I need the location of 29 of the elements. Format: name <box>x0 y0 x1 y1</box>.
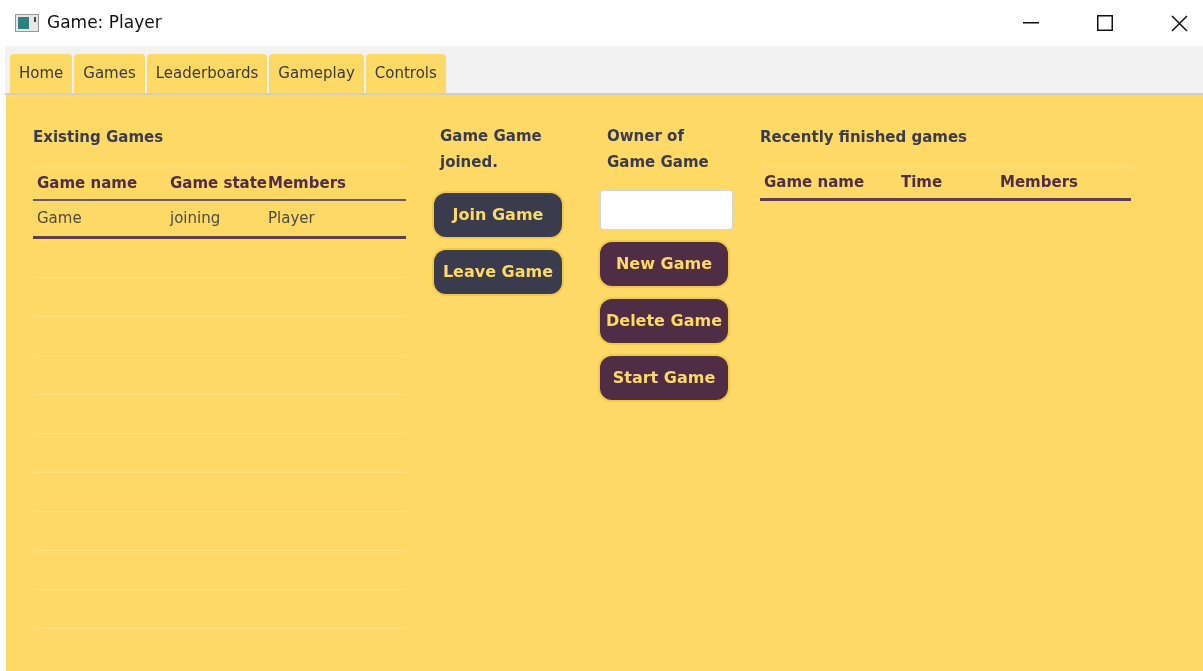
column-header: Time <box>901 172 944 194</box>
app-icon <box>15 14 39 32</box>
minimize-icon[interactable] <box>1023 22 1039 24</box>
action-button[interactable]: Start Game <box>600 356 728 400</box>
column-header: Members <box>1000 172 1078 194</box>
tab[interactable]: Games <box>74 54 145 93</box>
tab[interactable]: Controls <box>365 54 446 93</box>
window-title: Game: Player <box>47 11 162 35</box>
tab[interactable]: Home <box>10 54 73 93</box>
section-title: Existing Games <box>33 126 165 148</box>
close-icon[interactable] <box>1171 14 1188 32</box>
table-cell-text: joining <box>170 208 222 230</box>
input-field[interactable] <box>600 190 733 230</box>
action-button[interactable]: Leave Game <box>434 250 562 294</box>
table-cell-text: Player <box>268 208 315 230</box>
status-text: Game Game joined. <box>438 126 543 173</box>
maximize-icon[interactable] <box>1097 15 1113 31</box>
column-header: Game name <box>763 172 866 194</box>
column-header: Members <box>268 172 346 194</box>
section-title: Recently finished games <box>760 126 969 148</box>
column-header: Game name <box>36 172 139 194</box>
tab[interactable]: Gameplay <box>269 54 364 93</box>
action-button[interactable]: New Game <box>600 242 728 286</box>
column-header: Game state <box>170 172 268 194</box>
status-text: Owner of Game Game <box>606 126 710 173</box>
table-cell-text: Game <box>36 208 83 230</box>
action-button[interactable]: Delete Game <box>600 299 728 343</box>
tab[interactable]: Leaderboards <box>146 54 268 93</box>
action-button[interactable]: Join Game <box>434 193 562 237</box>
